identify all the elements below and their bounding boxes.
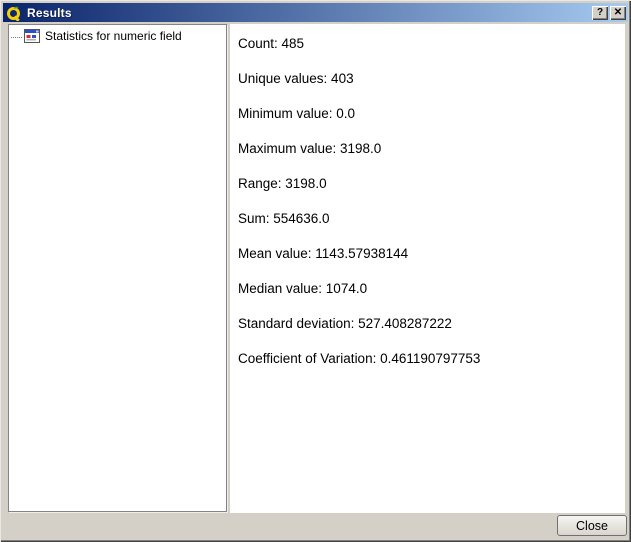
results-table-icon bbox=[24, 29, 40, 43]
window-title: Results bbox=[27, 6, 72, 20]
stat-maximum: Maximum value: 3198.0 bbox=[238, 131, 625, 166]
stat-unique-values: Unique values: 403 bbox=[238, 61, 625, 96]
help-icon[interactable]: ? bbox=[592, 6, 608, 20]
stat-median: Median value: 1074.0 bbox=[238, 271, 625, 306]
stat-mean: Mean value: 1143.57938144 bbox=[238, 236, 625, 271]
tree-item-statistics[interactable]: Statistics for numeric field bbox=[9, 27, 226, 45]
tree-branch-line bbox=[9, 28, 24, 44]
close-button[interactable]: Close bbox=[557, 515, 627, 536]
statistics-list: Count: 485 Unique values: 403 Minimum va… bbox=[230, 24, 625, 376]
stat-minimum: Minimum value: 0.0 bbox=[238, 96, 625, 131]
statistics-output-panel: Count: 485 Unique values: 403 Minimum va… bbox=[230, 24, 625, 513]
stat-count: Count: 485 bbox=[238, 26, 625, 61]
results-tree-panel: Statistics for numeric field bbox=[8, 24, 227, 512]
title-bar[interactable]: Results ? ✕ bbox=[3, 3, 628, 22]
stat-range: Range: 3198.0 bbox=[238, 166, 625, 201]
results-dialog: Results ? ✕ Statistics for numeric field… bbox=[0, 0, 631, 542]
stat-sum: Sum: 554636.0 bbox=[238, 201, 625, 236]
stat-coeff-variation: Coefficient of Variation: 0.461190797753 bbox=[238, 341, 625, 376]
close-icon[interactable]: ✕ bbox=[610, 6, 626, 20]
stat-std-deviation: Standard deviation: 527.408287222 bbox=[238, 306, 625, 341]
qgis-logo-icon bbox=[6, 5, 22, 21]
tree-item-label: Statistics for numeric field bbox=[45, 29, 182, 43]
